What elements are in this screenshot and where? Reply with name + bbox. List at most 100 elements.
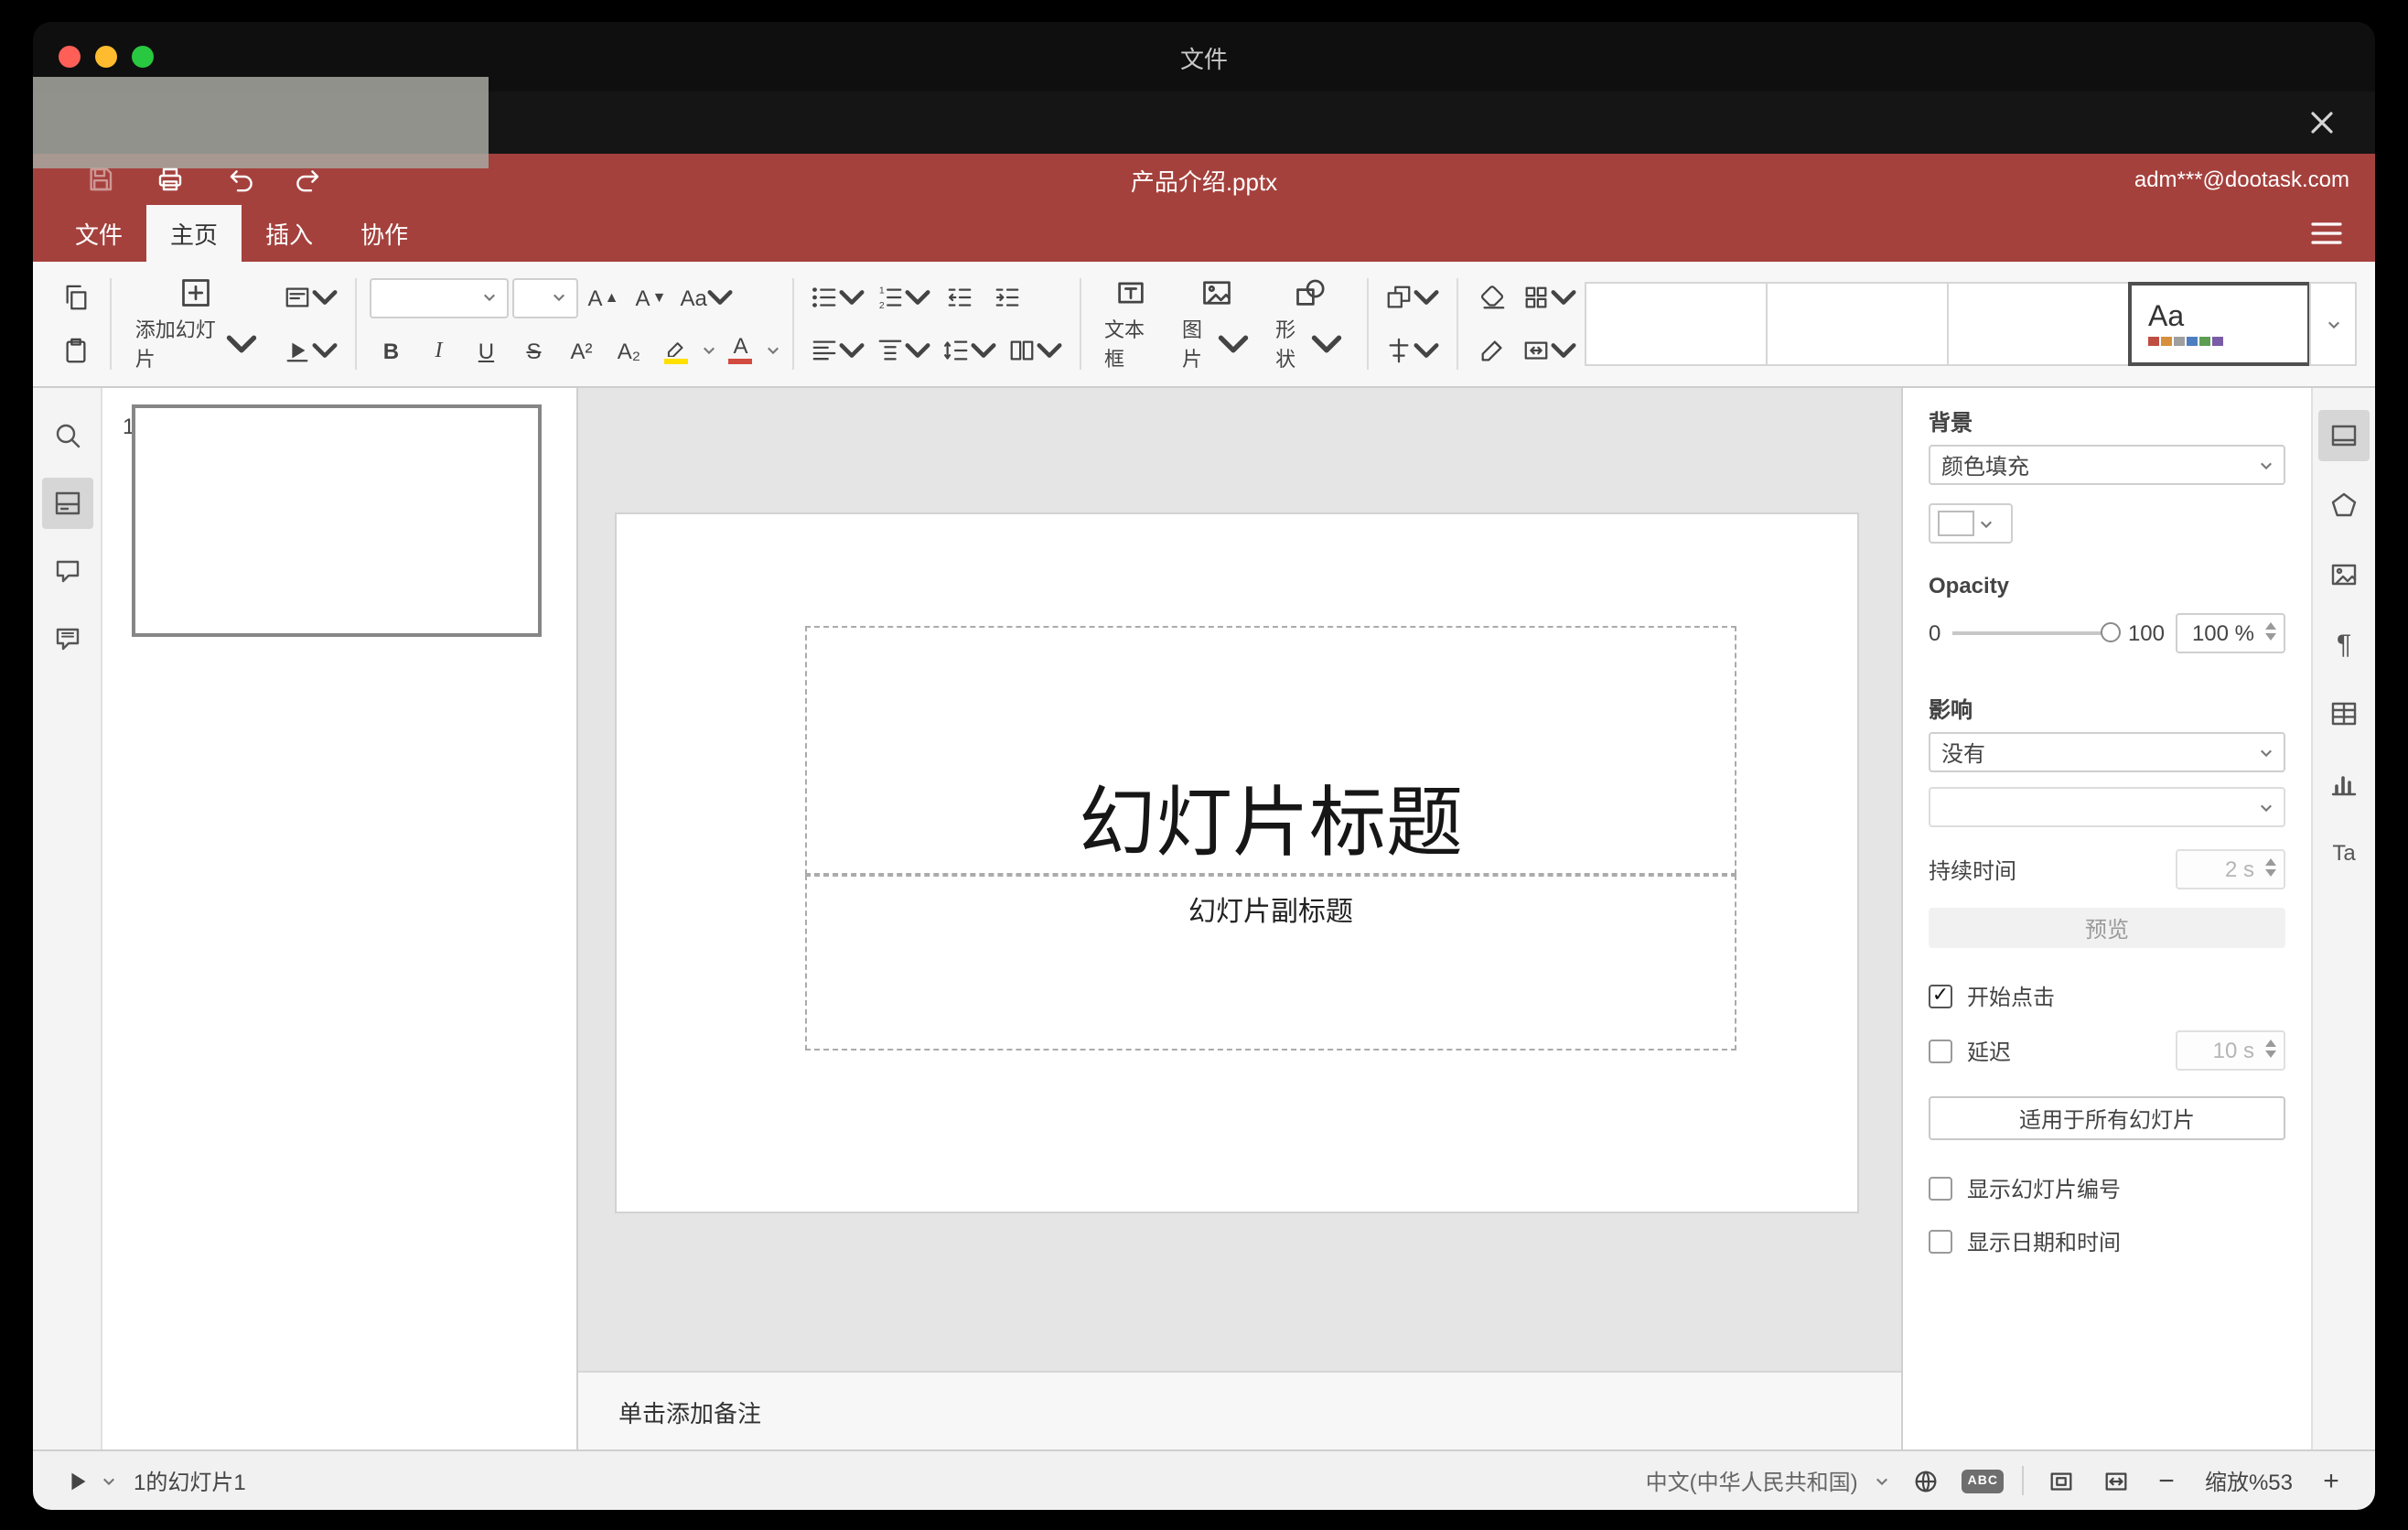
opacity-slider-knob[interactable] xyxy=(2100,622,2121,642)
chevron-down-icon xyxy=(1551,343,1576,358)
print-button[interactable] xyxy=(150,159,190,199)
opacity-slider[interactable] xyxy=(1951,622,2121,642)
effect-select[interactable]: 没有 xyxy=(1929,732,2285,772)
subtitle-placeholder[interactable]: 幻灯片副标题 xyxy=(805,875,1736,1051)
apply-to-all-slides-button[interactable]: 适用于所有幻灯片 xyxy=(1929,1096,2285,1140)
save-button[interactable] xyxy=(81,159,121,199)
font-color-button[interactable]: A xyxy=(718,329,762,372)
decrease-indent-button[interactable] xyxy=(938,275,982,319)
zoom-out-button[interactable]: − xyxy=(2152,1465,2181,1496)
slide-layout-button[interactable] xyxy=(280,275,342,319)
fit-slide-button[interactable] xyxy=(2042,1462,2079,1499)
spinner-arrows[interactable] xyxy=(2265,1040,2276,1058)
copy-style-button[interactable] xyxy=(1471,329,1515,372)
insert-shape-button[interactable]: 形状 xyxy=(1264,275,1354,372)
paragraph-settings-button[interactable]: ¶ xyxy=(2318,619,2370,670)
copy-button[interactable] xyxy=(53,275,97,319)
columns-button[interactable] xyxy=(1004,329,1066,372)
background-fill-select[interactable]: 颜色填充 xyxy=(1929,445,2285,485)
slide-size-button[interactable] xyxy=(1519,329,1581,372)
chevron-down-icon[interactable] xyxy=(1876,1476,1889,1485)
start-slideshow-status-button[interactable] xyxy=(59,1462,95,1499)
slides-panel-button[interactable] xyxy=(41,478,92,529)
background-color-select[interactable] xyxy=(1929,503,2013,544)
theme-option-2[interactable] xyxy=(1766,282,1949,366)
tab-insert[interactable]: 插入 xyxy=(242,205,337,262)
zoom-in-button[interactable]: + xyxy=(2317,1465,2346,1496)
numbering-button[interactable]: 12 xyxy=(872,275,934,319)
chart-settings-button[interactable] xyxy=(2318,758,2370,809)
start-slideshow-button[interactable] xyxy=(280,329,342,372)
horizontal-align-button[interactable] xyxy=(806,329,868,372)
shape-settings-button[interactable] xyxy=(2318,479,2370,531)
underline-button[interactable]: U xyxy=(464,329,508,372)
subscript-button[interactable]: A₂ xyxy=(607,329,650,372)
fit-width-button[interactable] xyxy=(2097,1462,2134,1499)
decrease-font-button[interactable]: A ▼ xyxy=(629,275,672,319)
insert-textbox-button[interactable]: 文本框 xyxy=(1093,275,1167,372)
theme-option-selected[interactable]: Aa xyxy=(2128,282,2311,366)
spinner-arrows[interactable] xyxy=(2265,622,2276,641)
italic-button[interactable]: I xyxy=(416,329,460,372)
table-settings-button[interactable] xyxy=(2318,688,2370,739)
vertical-align-button[interactable] xyxy=(872,329,934,372)
align-shape-button[interactable] xyxy=(1381,329,1444,372)
tab-collaboration[interactable]: 协作 xyxy=(337,205,432,262)
theme-option-1[interactable] xyxy=(1585,282,1768,366)
superscript-button[interactable]: A² xyxy=(559,329,603,372)
textart-settings-button[interactable]: Ta xyxy=(2318,827,2370,878)
comments-button[interactable] xyxy=(41,545,92,597)
chevron-down-icon xyxy=(312,290,338,305)
increase-font-button[interactable]: A ▲ xyxy=(581,275,625,319)
tab-file[interactable]: 文件 xyxy=(51,205,146,262)
chevron-down-icon[interactable] xyxy=(766,346,779,355)
spinner-arrows[interactable] xyxy=(2265,858,2276,877)
spellcheck-button[interactable]: ABC xyxy=(1962,1469,2004,1492)
preview-button[interactable]: 预览 xyxy=(1929,908,2285,948)
add-slide-button[interactable]: 添加幻灯片 xyxy=(124,275,269,372)
theme-option-3[interactable] xyxy=(1947,282,2130,366)
strikethrough-button[interactable]: S xyxy=(511,329,555,372)
theme-gallery-expand-button[interactable] xyxy=(2309,282,2357,366)
line-spacing-button[interactable] xyxy=(938,329,1000,372)
clear-style-button[interactable] xyxy=(1471,275,1515,319)
mac-window: 文件 产品介绍.pptx adm***@dootask.com 文件 主页 插入… xyxy=(33,22,2375,1510)
opacity-input[interactable]: 100 % xyxy=(2176,613,2285,653)
start-on-click-checkbox[interactable]: ✓ xyxy=(1929,985,1952,1008)
slide-thumbnail[interactable] xyxy=(132,404,542,637)
increase-indent-button[interactable] xyxy=(985,275,1029,319)
title-placeholder[interactable]: 幻灯片标题 xyxy=(805,626,1736,875)
bullets-button[interactable] xyxy=(806,275,868,319)
menu-button[interactable] xyxy=(2302,205,2349,262)
duration-input[interactable]: 2 s xyxy=(2176,849,2285,889)
delay-checkbox[interactable] xyxy=(1929,1039,1952,1062)
language-selector[interactable]: 中文(中华人民共和国) xyxy=(1646,1465,1858,1496)
delay-input[interactable]: 10 s xyxy=(2176,1030,2285,1071)
arrange-shape-button[interactable] xyxy=(1381,275,1444,319)
notes-area[interactable]: 单击添加备注 xyxy=(578,1371,1901,1449)
chevron-down-icon[interactable] xyxy=(102,1476,115,1485)
redo-button[interactable] xyxy=(289,159,329,199)
highlight-color-button[interactable] xyxy=(654,329,698,372)
show-date-time-checkbox[interactable] xyxy=(1929,1230,1952,1254)
image-settings-button[interactable] xyxy=(2318,549,2370,600)
show-slide-number-checkbox[interactable] xyxy=(1929,1177,1952,1201)
chevron-down-icon xyxy=(2261,749,2272,757)
slide[interactable]: 幻灯片标题 幻灯片副标题 xyxy=(617,514,1857,1212)
effect-option-select[interactable] xyxy=(1929,787,2285,827)
chevron-down-icon[interactable] xyxy=(702,346,715,355)
slide-settings-button[interactable] xyxy=(2318,410,2370,461)
insert-image-button[interactable]: 图片 xyxy=(1171,275,1261,372)
dialog-close-button[interactable] xyxy=(2302,102,2342,143)
search-button[interactable] xyxy=(41,410,92,461)
tab-home[interactable]: 主页 xyxy=(146,205,242,262)
set-language-button[interactable] xyxy=(1908,1462,1944,1499)
font-name-select[interactable] xyxy=(369,277,509,318)
paste-button[interactable] xyxy=(53,329,97,372)
change-case-button[interactable]: Aa xyxy=(676,275,737,319)
bold-button[interactable]: B xyxy=(369,329,413,372)
chat-button[interactable] xyxy=(41,613,92,664)
undo-button[interactable] xyxy=(220,159,260,199)
color-scheme-button[interactable] xyxy=(1519,275,1581,319)
font-size-select[interactable] xyxy=(511,277,578,318)
